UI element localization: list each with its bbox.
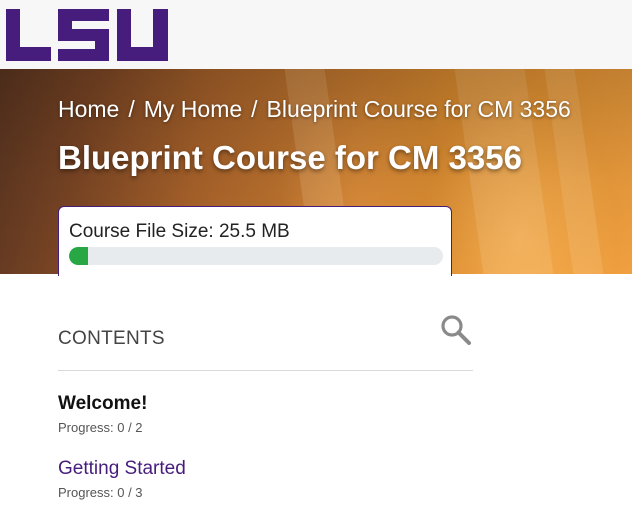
course-home-page: Home / My Home / Blueprint Course for CM 335…: [0, 0, 632, 508]
module-progress: Progress: 0 / 3: [58, 485, 143, 500]
page-title: Blueprint Course for CM 3356: [58, 139, 522, 176]
contents-heading: CONTENTS: [58, 328, 165, 349]
module-item-welcome: Welcome! Progress: 0 / 2: [58, 392, 147, 435]
lsu-logo[interactable]: [6, 9, 168, 61]
module-title[interactable]: Getting Started: [58, 457, 186, 481]
file-size-progress-fill: [69, 247, 88, 265]
top-bar: [0, 0, 632, 70]
course-file-size-label: Course File Size: 25.5 MB: [69, 221, 290, 242]
module-progress: Progress: 0 / 2: [58, 420, 143, 435]
breadcrumb: Home / My Home / Blueprint Course for CM 335…: [58, 95, 571, 123]
breadcrumb-separator: /: [251, 96, 258, 122]
contents-divider: [58, 370, 473, 371]
breadcrumb-current-course: Blueprint Course for CM 3356: [266, 96, 571, 122]
breadcrumb-my-home[interactable]: My Home: [144, 96, 242, 122]
file-size-progress-bar: [69, 247, 443, 265]
search-button[interactable]: [439, 313, 473, 345]
module-item-getting-started: Getting Started Progress: 0 / 3: [58, 457, 186, 500]
course-file-size-card: Course File Size: 25.5 MB: [58, 206, 452, 276]
module-title[interactable]: Welcome!: [58, 392, 147, 416]
breadcrumb-home[interactable]: Home: [58, 96, 119, 122]
search-icon: [441, 315, 471, 345]
breadcrumb-separator: /: [128, 96, 135, 122]
